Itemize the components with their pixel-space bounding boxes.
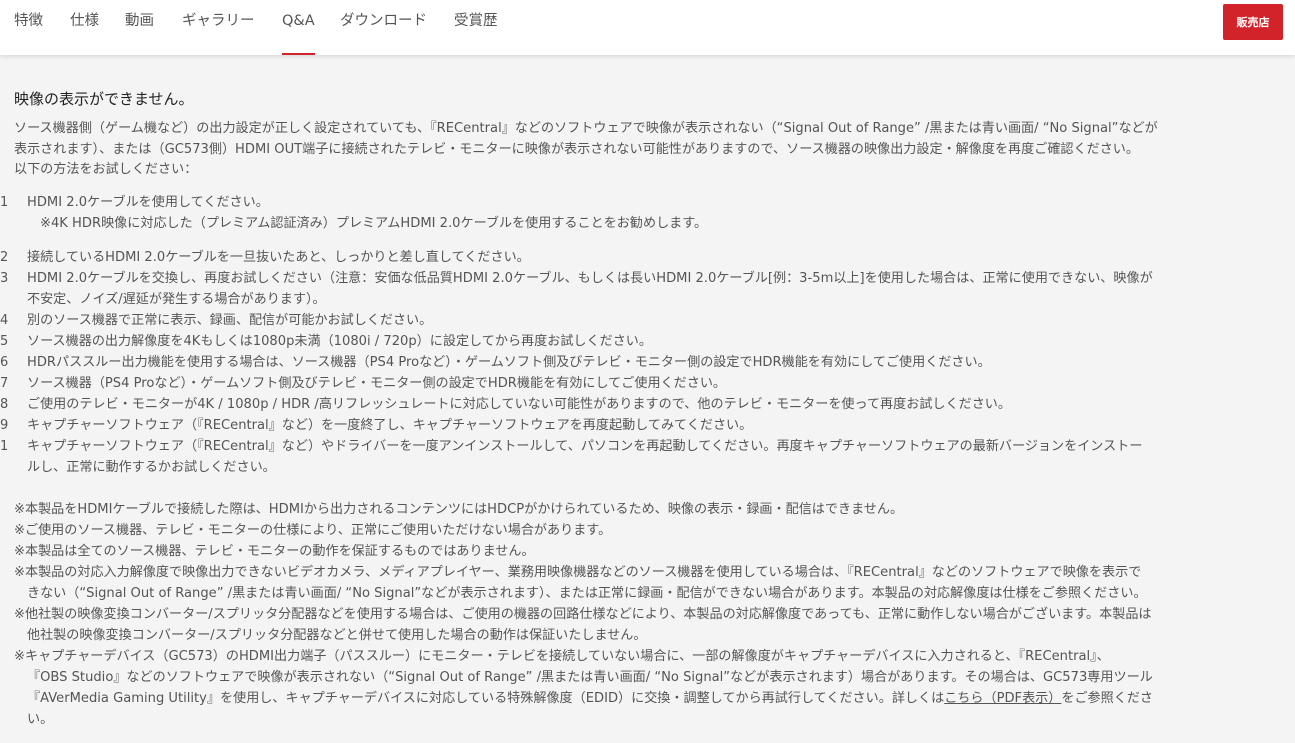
- step-text: 不安定、ノイズ/遅延が発生する場合があります）。: [27, 292, 326, 307]
- step-number: 3.: [0, 271, 8, 286]
- step-number: 7.: [0, 376, 8, 391]
- step-text: キャプチャーソフトウェア（『RECentral』など）やドライバーを一度アンイン…: [27, 439, 1143, 454]
- step-subnote: ※4K HDR映像に対応した（プレミアム認証済み）プレミアムHDMI 2.0ケー…: [40, 216, 708, 231]
- intro-line: 表示されます）、または（GC573側）HDMI OUT端子に接続されたテレビ・モ…: [14, 142, 1139, 157]
- tab-awards[interactable]: 受賞歴: [454, 0, 498, 55]
- step-number: 10.: [0, 439, 8, 454]
- tab-specs[interactable]: 仕様: [70, 0, 99, 55]
- step-number: 1.: [0, 195, 8, 210]
- note-line: 他社製の映像変換コンバーター/スプリッタ分配器などと併せて使用した場合の動作は保…: [27, 628, 647, 643]
- note-line: ※他社製の映像変換コンバーター/スプリッタ分配器などを使用する場合は、ご使用の機…: [14, 607, 1152, 622]
- step-number: 8.: [0, 397, 8, 412]
- note-text: 『AVerMedia Gaming Utility』を使用し、キャプチャーデバイ…: [27, 691, 945, 706]
- note-line-with-link: 『AVerMedia Gaming Utility』を使用し、キャプチャーデバイ…: [27, 688, 1153, 709]
- step-text: ルし、正常に動作するかお試しください。: [27, 460, 276, 475]
- tab-features[interactable]: 特徴: [14, 0, 43, 55]
- step-text: ご使用のテレビ・モニターが4K / 1080p / HDR /高リフレッシュレー…: [27, 397, 1011, 412]
- note-line: ※キャプチャーデバイス（GC573）のHDMI出力端子（パススルー）にモニター・…: [14, 649, 1110, 664]
- note-line: ※本製品をHDMIケーブルで接続した際は、HDMIから出力されるコンテンツにはH…: [14, 502, 904, 517]
- qa-content: 映像の表示ができません。 ソース機器側（ゲーム機など）の出力設定が正しく設定され…: [0, 55, 1295, 743]
- step-text: キャプチャーソフトウェア（『RECentral』など）を一度終了し、キャプチャー…: [27, 418, 753, 433]
- step-text: HDMI 2.0ケーブルを使用してください。: [27, 195, 269, 210]
- intro-line: ソース機器側（ゲーム機など）の出力設定が正しく設定されていても、『RECentr…: [14, 121, 1158, 136]
- step-text: ソース機器の出力解像度を4Kもしくは1080p未満（1080i / 720p）に…: [27, 334, 652, 349]
- tab-qa[interactable]: Q&A: [282, 0, 315, 55]
- note-line: ※本製品は全てのソース機器、テレビ・モニターの動作を保証するものではありません。: [14, 544, 535, 559]
- question-title: 映像の表示ができません。: [14, 90, 194, 108]
- intro-line: 以下の方法をお試しください：: [14, 162, 198, 177]
- step-number: 6.: [0, 355, 8, 370]
- step-text: 別のソース機器で正常に表示、録画、配信が可能かお試しください。: [27, 313, 433, 328]
- note-line: い。: [27, 712, 54, 727]
- step-text: 接続しているHDMI 2.0ケーブルを一旦抜いたあと、しっかりと差し直してくださ…: [27, 250, 530, 265]
- tab-gallery[interactable]: ギャラリー: [182, 0, 255, 55]
- dealer-button[interactable]: 販売店: [1223, 4, 1283, 40]
- pdf-link[interactable]: こちら（PDF表示）: [944, 691, 1061, 706]
- note-line: 『OBS Studio』などのソフトウェアで映像が表示されない（“Signal …: [27, 670, 1153, 685]
- step-number: 2.: [0, 250, 8, 265]
- step-text: HDRパススルー出力機能を使用する場合は、ソース機器（PS4 Proなど）・ゲー…: [27, 355, 991, 370]
- note-line: きない（“Signal Out of Range” /黒または青い画面/ “No…: [27, 586, 1147, 601]
- step-number: 4.: [0, 313, 8, 328]
- step-text: ソース機器（PS4 Proなど）・ゲームソフト側及びテレビ・モニター側の設定でH…: [27, 376, 727, 391]
- note-text: をご参照くださ: [1061, 691, 1154, 706]
- tab-download[interactable]: ダウンロード: [340, 0, 427, 55]
- note-line: ※ご使用のソース機器、テレビ・モニターの仕様により、正常にご使用いただけない場合…: [14, 523, 612, 538]
- step-number: 9.: [0, 418, 8, 433]
- tab-video[interactable]: 動画: [125, 0, 154, 55]
- step-number: 5.: [0, 334, 8, 349]
- step-text: HDMI 2.0ケーブルを交換し、再度お試しください（注意：安価な低品質HDMI…: [27, 271, 1153, 286]
- note-line: ※本製品の対応入力解像度で映像出力できないビデオカメラ、メディアプレイヤー、業務…: [14, 565, 1142, 580]
- top-navigation: 特徴 仕様 動画 ギャラリー Q&A ダウンロード 受賞歴 販売店: [0, 0, 1295, 55]
